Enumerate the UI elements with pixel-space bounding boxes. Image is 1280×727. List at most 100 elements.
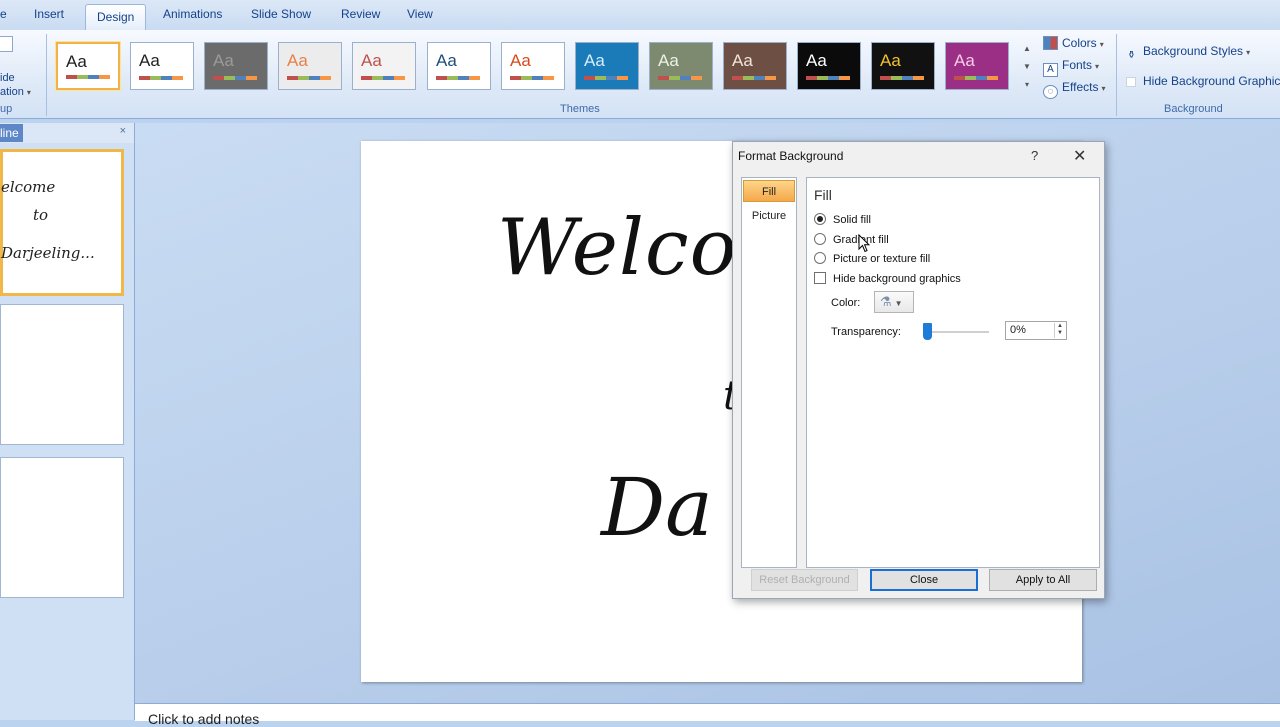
fill-heading: Fill: [814, 187, 832, 203]
ribbon-tab-bar: e Insert Design Animations Slide Show Re…: [0, 0, 1280, 30]
checkbox-icon: [1126, 77, 1136, 87]
dialog-nav: Fill Picture: [741, 177, 797, 568]
tab-view[interactable]: View: [407, 7, 433, 21]
thumb-text: Darjeeling...: [1, 244, 95, 262]
theme-thumbnail[interactable]: Aa: [797, 42, 861, 90]
theme-color-swatches: [139, 76, 183, 80]
gallery-more-icon[interactable]: ▾: [1022, 80, 1032, 89]
reset-background-button[interactable]: Reset Background: [751, 569, 858, 591]
new-slide-label-2[interactable]: ation ▾: [0, 86, 31, 98]
theme-sample-text: Aa: [213, 51, 234, 70]
theme-thumbnail[interactable]: Aa: [427, 42, 491, 90]
tab-design[interactable]: Design: [85, 4, 147, 30]
theme-color-swatches: [732, 76, 776, 80]
theme-thumbnail[interactable]: Aa: [501, 42, 565, 90]
spinner-icon[interactable]: ▲ ▼: [1054, 323, 1065, 338]
theme-thumbnail[interactable]: Aa: [945, 42, 1009, 90]
group-separator: [1116, 34, 1117, 116]
tab-review[interactable]: Review: [341, 7, 380, 21]
theme-color-swatches: [880, 76, 924, 80]
tab-slide-show[interactable]: Slide Show: [251, 7, 311, 21]
theme-color-swatches: [510, 76, 554, 80]
transparency-slider-track[interactable]: [923, 331, 989, 333]
picture-texture-fill-radio[interactable]: Picture or texture fill: [814, 252, 930, 265]
tab-insert[interactable]: Insert: [34, 7, 64, 21]
tab-outline[interactable]: line: [0, 124, 23, 142]
tab-animations[interactable]: Animations: [163, 7, 222, 21]
nav-fill[interactable]: Fill: [743, 180, 795, 202]
background-styles-button[interactable]: ⚱ Background Styles ▾: [1124, 44, 1250, 64]
slide-body-text[interactable]: Da: [601, 461, 713, 554]
fill-panel: Fill Solid fill Gradient fill Picture or…: [806, 177, 1100, 568]
radio-icon: [814, 252, 826, 264]
color-picker-button[interactable]: ⚗ ▼: [874, 291, 914, 313]
notes-placeholder: Click to add notes: [148, 711, 260, 727]
slides-pane: line × elcome to Darjeeling...: [0, 123, 135, 720]
hide-background-graphics-checkbox[interactable]: Hide Background Graphic: [1126, 74, 1280, 88]
theme-thumbnail[interactable]: Aa: [649, 42, 713, 90]
theme-sample-text: Aa: [361, 51, 382, 70]
radio-icon: [814, 233, 826, 245]
radio-icon: [814, 213, 826, 225]
theme-sample-text: Aa: [139, 51, 160, 70]
slide-thumbnail-3[interactable]: [0, 457, 124, 598]
theme-thumbnail[interactable]: Aa: [352, 42, 416, 90]
new-slide-label[interactable]: ide: [0, 72, 15, 84]
theme-color-swatches: [806, 76, 850, 80]
theme-thumbnail[interactable]: Aa: [130, 42, 194, 90]
dialog-title: Format Background: [738, 149, 844, 163]
gallery-scroll-down-icon[interactable]: ▼: [1022, 62, 1032, 71]
slide-layout-icon[interactable]: [0, 36, 13, 52]
apply-to-all-button[interactable]: Apply to All: [989, 569, 1097, 591]
close-icon[interactable]: ✕: [1073, 146, 1086, 166]
help-icon[interactable]: ?: [1031, 148, 1038, 163]
theme-thumbnail[interactable]: Aa: [723, 42, 787, 90]
colors-button[interactable]: Colors ▾: [1043, 36, 1104, 50]
pane-tabs: line ×: [0, 123, 134, 143]
page-setup-group-label: up: [0, 103, 13, 115]
theme-sample-text: Aa: [732, 51, 753, 70]
checkbox-icon: [814, 272, 826, 284]
transparency-slider-thumb[interactable]: [923, 323, 932, 340]
theme-color-swatches: [66, 75, 110, 79]
themes-group-label: Themes: [560, 103, 600, 115]
theme-thumbnail[interactable]: Aa: [575, 42, 639, 90]
thumb-text: to: [33, 206, 49, 224]
effects-icon: ◌: [1043, 85, 1058, 99]
theme-color-swatches: [213, 76, 257, 80]
transparency-label: Transparency:: [831, 326, 901, 338]
theme-color-swatches: [361, 76, 405, 80]
hide-background-graphics-checkbox[interactable]: Hide background graphics: [814, 272, 961, 285]
theme-thumbnail[interactable]: Aa: [204, 42, 268, 90]
fonts-icon: A: [1043, 63, 1058, 77]
effects-button[interactable]: ◌ Effects ▾: [1043, 80, 1105, 99]
gradient-fill-radio[interactable]: Gradient fill: [814, 233, 889, 246]
nav-picture[interactable]: Picture: [743, 205, 795, 227]
theme-thumbnail[interactable]: Aa: [278, 42, 342, 90]
theme-thumbnail[interactable]: Aa: [56, 42, 120, 90]
chevron-down-icon: ▼: [894, 299, 903, 308]
color-label: Color:: [831, 297, 861, 309]
solid-fill-radio[interactable]: Solid fill: [814, 213, 871, 226]
gallery-scroll-up-icon[interactable]: ▲: [1022, 44, 1032, 53]
colors-icon: [1043, 36, 1058, 50]
close-button[interactable]: Close: [870, 569, 978, 591]
ribbon: ide ation ▾ up Aa Aa Aa Aa Aa Aa Aa Aa Aa Aa Aa Aa Aa…: [0, 30, 1280, 119]
theme-sample-text: Aa: [658, 51, 679, 70]
theme-sample-text: Aa: [436, 51, 457, 70]
theme-sample-text: Aa: [66, 52, 87, 71]
group-separator: [46, 34, 47, 116]
notes-pane[interactable]: Click to add notes: [135, 703, 1280, 727]
slide-thumbnail-2[interactable]: [0, 304, 124, 445]
theme-sample-text: Aa: [510, 51, 531, 70]
slide-thumbnail-1[interactable]: elcome to Darjeeling...: [0, 149, 124, 296]
theme-sample-text: Aa: [806, 51, 827, 70]
thumb-text: elcome: [1, 178, 56, 196]
format-background-dialog: Format Background ? ✕ Fill Picture Fill …: [732, 141, 1105, 599]
transparency-input[interactable]: 0% ▲ ▼: [1005, 321, 1067, 340]
mouse-cursor-icon: [858, 234, 870, 253]
tab-home[interactable]: e: [0, 7, 7, 21]
fonts-button[interactable]: A Fonts ▾: [1043, 58, 1099, 77]
close-icon[interactable]: ×: [120, 125, 126, 137]
theme-thumbnail[interactable]: Aa: [871, 42, 935, 90]
